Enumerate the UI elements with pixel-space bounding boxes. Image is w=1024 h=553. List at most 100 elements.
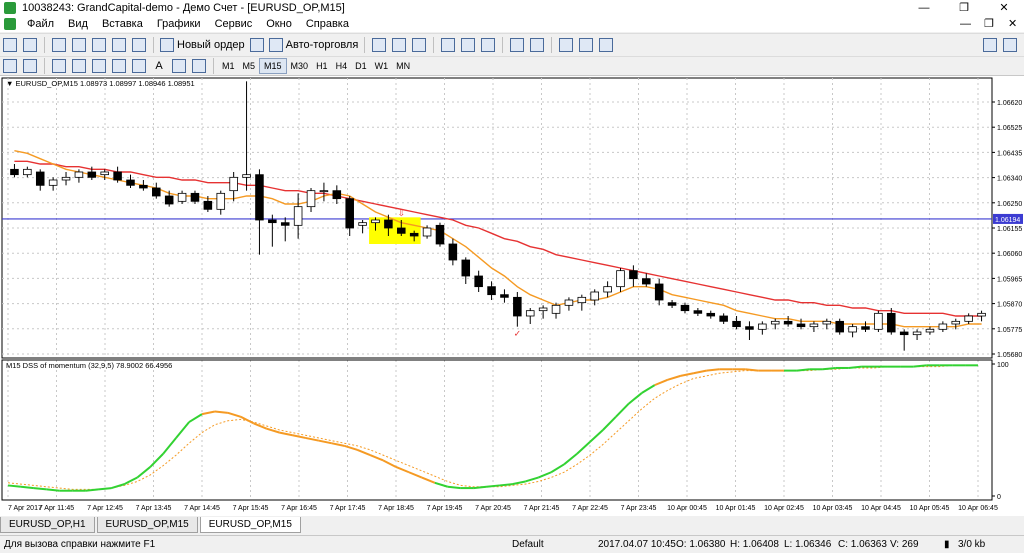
terminal-button[interactable] bbox=[111, 37, 127, 53]
cursor-icon bbox=[3, 59, 17, 73]
bull-candle bbox=[525, 310, 535, 317]
timeframe-d1[interactable]: D1 bbox=[351, 59, 371, 73]
cursor-tool[interactable] bbox=[2, 58, 18, 74]
vertical-line-tool[interactable] bbox=[51, 58, 67, 74]
bar-chart-button[interactable] bbox=[371, 37, 387, 53]
bear-candle bbox=[693, 310, 703, 314]
oscillator-main-segment bbox=[822, 366, 836, 371]
maximize-button[interactable]: ❐ bbox=[950, 0, 978, 16]
profile-name[interactable]: Default bbox=[512, 536, 544, 553]
oscillator-main-segment bbox=[162, 437, 177, 455]
candlesticks-button[interactable] bbox=[391, 37, 407, 53]
data-window-button[interactable] bbox=[71, 37, 87, 53]
bull-candle bbox=[603, 286, 612, 293]
zoom-in-button[interactable] bbox=[440, 37, 456, 53]
menu-insert[interactable]: Вставка bbox=[95, 18, 150, 30]
chart-close-button[interactable]: ✕ bbox=[1008, 16, 1017, 32]
bear-candle bbox=[487, 286, 496, 296]
timeframe-mn[interactable]: MN bbox=[392, 59, 414, 73]
menu-charts[interactable]: Графики bbox=[150, 18, 208, 30]
status-open: O: 1.06380 bbox=[676, 539, 726, 550]
chart-canvas[interactable]: 1.06194 ⇩✓ 1.066201.065251.064351.063401… bbox=[0, 76, 1024, 516]
chat-button[interactable] bbox=[1002, 37, 1018, 53]
profiles-button[interactable] bbox=[22, 37, 38, 53]
oscillator-main-segment bbox=[434, 481, 449, 488]
tile-windows-button[interactable] bbox=[480, 37, 496, 53]
menu-file[interactable]: Файл bbox=[20, 18, 61, 30]
oscillator-main-segment bbox=[408, 471, 423, 479]
tab-eurusd-m15[interactable]: EURUSD_OP,M15 bbox=[96, 517, 198, 533]
bear-candle bbox=[280, 222, 290, 226]
timeframe-h1[interactable]: H1 bbox=[312, 59, 332, 73]
time-tick-label: 7 Apr 11:45 bbox=[39, 505, 74, 512]
auto-trading-button[interactable]: Авто-торговля bbox=[268, 37, 358, 53]
label-tool[interactable] bbox=[171, 58, 187, 74]
menu-view[interactable]: Вид bbox=[61, 18, 95, 30]
arrows-icon bbox=[192, 59, 206, 73]
price-tick-label: 1.06250 bbox=[997, 201, 1022, 208]
horizontal-line-icon bbox=[72, 59, 86, 73]
text-tool-label: A bbox=[155, 60, 163, 72]
arrows-tool[interactable] bbox=[191, 58, 207, 74]
chart-window-icon bbox=[4, 18, 16, 30]
timeframe-h4[interactable]: H4 bbox=[332, 59, 352, 73]
menu-window[interactable]: Окно bbox=[259, 18, 299, 30]
crosshair-tool[interactable] bbox=[22, 58, 38, 74]
market-watch-button[interactable] bbox=[51, 37, 67, 53]
status-bar: Для вызова справки нажмите F1 Default 20… bbox=[0, 535, 1024, 553]
oscillator-main-segment bbox=[201, 410, 216, 416]
title-bar: 10038243: GrandCapital-demo - Демо Счет … bbox=[0, 0, 1024, 16]
periods-button[interactable] bbox=[578, 37, 594, 53]
bear-candle bbox=[654, 283, 664, 301]
oscillator-main-segment bbox=[175, 421, 190, 439]
drawing-toolbar: A M1 M5 M15 M30 H1 H4 D1 W1 MN bbox=[0, 56, 1024, 76]
oscillator-main-segment bbox=[33, 487, 47, 491]
line-chart-button[interactable] bbox=[411, 37, 427, 53]
bull-candle bbox=[848, 326, 857, 333]
tab-eurusd-h1[interactable]: EURUSD_OP,H1 bbox=[0, 517, 95, 533]
oscillator-frame bbox=[1, 359, 993, 501]
separator bbox=[153, 37, 154, 53]
bear-candle bbox=[10, 168, 19, 176]
new-order-button[interactable]: Новый ордер bbox=[160, 37, 245, 53]
timeframe-w1[interactable]: W1 bbox=[371, 59, 393, 73]
channel-tool[interactable] bbox=[111, 58, 127, 74]
timeframe-m1[interactable]: M1 bbox=[218, 59, 239, 73]
time-tick-label: 7 Apr 21:45 bbox=[524, 505, 560, 512]
minimize-button[interactable]: — bbox=[910, 0, 938, 16]
timeframe-m5[interactable]: M5 bbox=[239, 59, 260, 73]
trendline-tool[interactable] bbox=[91, 58, 107, 74]
metaeditor-button[interactable] bbox=[249, 37, 265, 53]
navigator-button[interactable] bbox=[91, 37, 107, 53]
connection-icon: ▮ bbox=[944, 539, 950, 550]
chart-restore-button[interactable]: ❐ bbox=[984, 16, 994, 32]
tab-eurusd-m15-active[interactable]: EURUSD_OP,M15 bbox=[199, 517, 301, 533]
bear-candle bbox=[513, 296, 522, 317]
tester-button[interactable] bbox=[131, 37, 147, 53]
close-button[interactable]: ✕ bbox=[990, 0, 1018, 16]
price-horizontal-line[interactable]: 1.06194 bbox=[2, 213, 1023, 224]
menu-help[interactable]: Справка bbox=[299, 18, 356, 30]
app-icon bbox=[4, 2, 16, 14]
oscillator-main-segment bbox=[615, 402, 630, 418]
auto-scroll-button[interactable] bbox=[509, 37, 525, 53]
bear-candle bbox=[448, 243, 458, 261]
chart-shift-button[interactable] bbox=[529, 37, 545, 53]
timeframe-m15[interactable]: M15 bbox=[259, 58, 287, 74]
menu-tools[interactable]: Сервис bbox=[208, 18, 260, 30]
templates-button[interactable] bbox=[598, 37, 614, 53]
oscillator-main-segment bbox=[85, 488, 99, 492]
fibonacci-tool[interactable] bbox=[131, 58, 147, 74]
new-chart-button[interactable] bbox=[2, 37, 18, 53]
time-tick-label: 10 Apr 01:45 bbox=[716, 505, 756, 512]
zoom-out-button[interactable] bbox=[460, 37, 476, 53]
timeframe-m30[interactable]: M30 bbox=[287, 59, 313, 73]
chart-window[interactable]: 1.06194 ⇩ ✓ 1.06620 1.06525 1.06435 1.06340 1… bbox=[0, 76, 1024, 516]
indicators-button[interactable] bbox=[558, 37, 574, 53]
horizontal-line-tool[interactable] bbox=[71, 58, 87, 74]
bear-candle bbox=[190, 192, 200, 202]
chart-minimize-button[interactable]: — bbox=[960, 16, 971, 32]
search-button[interactable] bbox=[982, 37, 998, 53]
text-tool[interactable]: A bbox=[151, 58, 167, 74]
oscillator-main-segment bbox=[20, 485, 34, 490]
